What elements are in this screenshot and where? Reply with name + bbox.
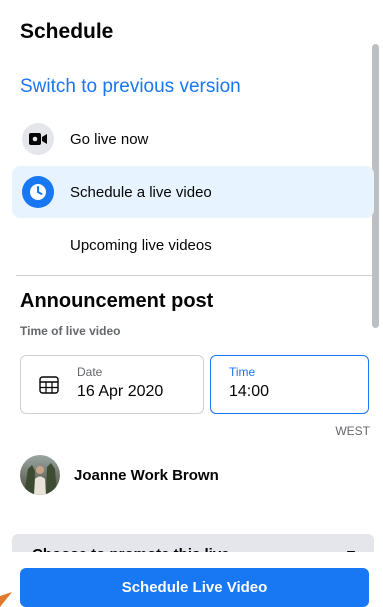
nav-item-go-live[interactable]: Go live now: [12, 113, 374, 165]
nav-item-upcoming[interactable]: Upcoming live videos: [12, 219, 374, 271]
time-field[interactable]: Time 14:00: [210, 355, 369, 414]
switch-version-link[interactable]: Switch to previous version: [20, 76, 241, 98]
page-title: Schedule: [20, 20, 114, 43]
time-label: Time: [229, 365, 256, 379]
pointer-arrow-icon: [0, 592, 12, 607]
announcement-title: Announcement post: [20, 290, 214, 312]
profile-name: Joanne Work Brown: [74, 466, 219, 484]
timezone-label: WEST: [335, 424, 370, 438]
time-value: 14:00: [229, 383, 270, 400]
section-divider: [16, 275, 372, 276]
date-label: Date: [77, 365, 103, 379]
video-camera-icon: [22, 123, 54, 155]
nav-item-schedule[interactable]: Schedule a live video: [12, 166, 374, 218]
nav-item-label: Upcoming live videos: [70, 236, 212, 254]
avatar: [20, 455, 60, 495]
date-field[interactable]: Date 16 Apr 2020: [20, 355, 204, 414]
time-caption: Time of live video: [20, 324, 121, 338]
nav-item-label: Schedule a live video: [70, 183, 212, 201]
nav-item-label: Go live now: [70, 130, 149, 148]
clock-icon: [22, 176, 54, 208]
profile-row: Joanne Work Brown: [20, 455, 219, 495]
schedule-panel: Schedule Switch to previous version Go l…: [0, 0, 383, 607]
calendar-icon: [39, 376, 59, 399]
date-value: 16 Apr 2020: [77, 383, 164, 400]
schedule-live-video-button[interactable]: Schedule Live Video: [20, 568, 369, 607]
